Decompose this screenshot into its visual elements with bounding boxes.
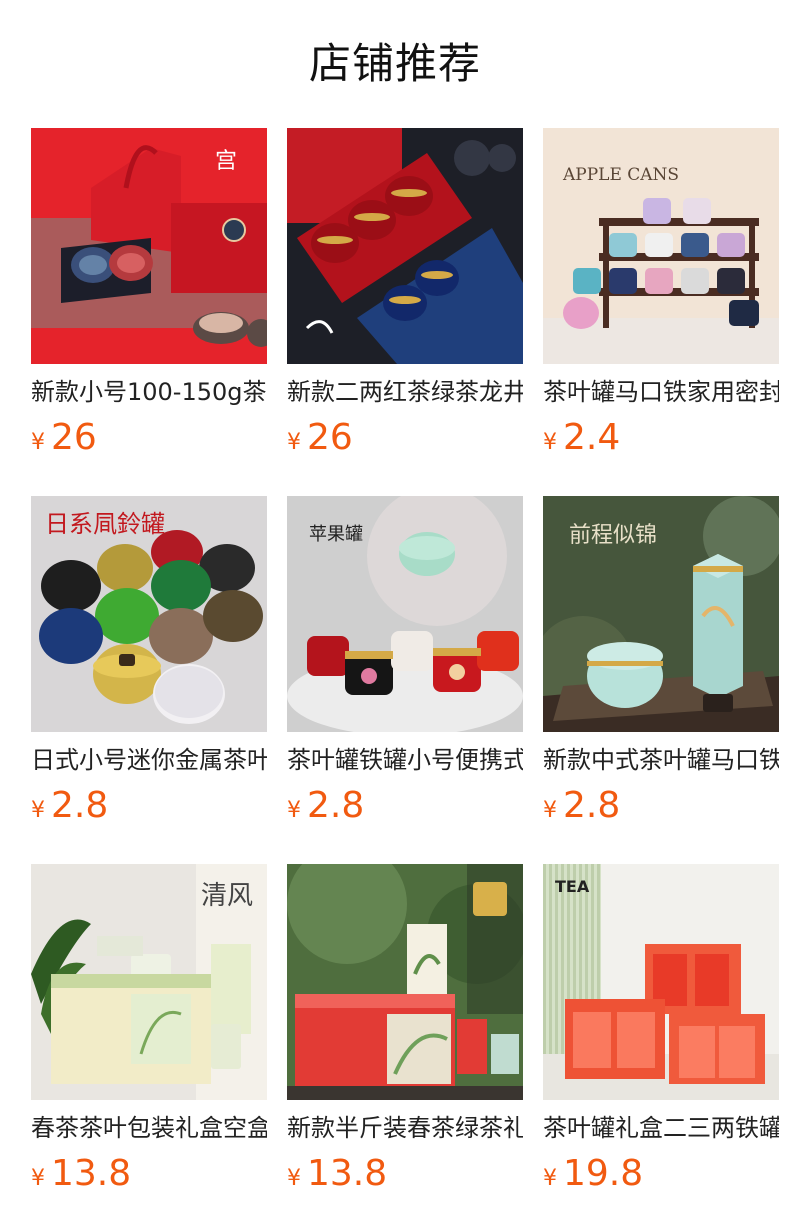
product-card[interactable]: 日系凬鈴罐 日式小号迷你金属茶叶罐 ¥2.8 xyxy=(31,496,267,826)
currency-symbol: ¥ xyxy=(31,798,45,823)
product-image[interactable] xyxy=(287,128,523,364)
brand-mark: 日系凬鈴罐 xyxy=(45,510,165,538)
product-image[interactable]: 宫 xyxy=(31,128,267,364)
currency-symbol: ¥ xyxy=(287,430,301,455)
product-card[interactable]: APPLE CANS 茶叶罐马口铁家用密封罐 xyxy=(543,128,779,458)
currency-symbol: ¥ xyxy=(543,1166,557,1191)
product-image[interactable]: TEA xyxy=(543,864,779,1100)
product-price: ¥2.8 xyxy=(543,784,779,828)
product-name[interactable]: 茶叶罐铁罐小号便携式 xyxy=(287,744,523,776)
product-price: ¥13.8 xyxy=(287,1152,523,1196)
brand-mark: APPLE CANS xyxy=(562,165,679,185)
price-value: 2.8 xyxy=(51,785,109,826)
product-name[interactable]: 新款小号100-150g茶叶罐礼盒 xyxy=(31,376,267,408)
product-price: ¥26 xyxy=(31,416,267,460)
product-card[interactable]: 新款二两红茶绿茶龙井茶叶罐 ¥26 xyxy=(287,128,523,458)
product-name[interactable]: 茶叶罐马口铁家用密封罐 xyxy=(543,376,779,408)
product-price: ¥26 xyxy=(287,416,523,460)
product-price: ¥2.8 xyxy=(31,784,267,828)
product-price: ¥13.8 xyxy=(31,1152,267,1196)
price-value: 26 xyxy=(307,417,353,458)
currency-symbol: ¥ xyxy=(543,430,557,455)
price-value: 2.8 xyxy=(307,785,365,826)
price-value: 13.8 xyxy=(307,1153,388,1194)
price-value: 19.8 xyxy=(563,1153,644,1194)
product-price: ¥19.8 xyxy=(543,1152,779,1196)
product-card[interactable]: 新款半斤装春茶绿茶礼盒 ¥13.8 xyxy=(287,864,523,1194)
brand-mark: TEA xyxy=(555,877,590,896)
price-value: 13.8 xyxy=(51,1153,132,1194)
currency-symbol: ¥ xyxy=(287,1166,301,1191)
product-price: ¥2.4 xyxy=(543,416,779,460)
product-name[interactable]: 新款半斤装春茶绿茶礼盒 xyxy=(287,1112,523,1144)
product-name[interactable]: 新款中式茶叶罐马口铁 xyxy=(543,744,779,776)
price-value: 2.4 xyxy=(563,417,621,458)
product-card[interactable]: 宫 新款小号100-150g茶叶罐礼盒 ¥26 xyxy=(31,128,267,458)
product-card[interactable]: 清风 春茶茶叶包装礼盒空盒 ¥13.8 xyxy=(31,864,267,1194)
section-title: 店铺推荐 xyxy=(308,39,481,88)
product-name[interactable]: 春茶茶叶包装礼盒空盒 xyxy=(31,1112,267,1144)
product-name[interactable]: 茶叶罐礼盒二三两铁罐 xyxy=(543,1112,779,1144)
currency-symbol: ¥ xyxy=(31,430,45,455)
product-price: ¥2.8 xyxy=(287,784,523,828)
product-card[interactable]: 前程似锦 新款中式茶叶罐马口铁 ¥2.8 xyxy=(543,496,779,826)
currency-symbol: ¥ xyxy=(287,798,301,823)
currency-symbol: ¥ xyxy=(31,1166,45,1191)
product-image[interactable]: 前程似锦 xyxy=(543,496,779,732)
brand-mark: 前程似锦 xyxy=(569,523,657,548)
product-name[interactable]: 日式小号迷你金属茶叶罐 xyxy=(31,744,267,776)
price-value: 26 xyxy=(51,417,97,458)
product-card[interactable]: 苹果罐 茶叶罐铁罐小号便携式 ¥2.8 xyxy=(287,496,523,826)
currency-symbol: ¥ xyxy=(543,798,557,823)
brand-mark: 清风 xyxy=(201,881,253,911)
product-image[interactable]: APPLE CANS xyxy=(543,128,779,364)
price-value: 2.8 xyxy=(563,785,621,826)
product-image[interactable] xyxy=(287,864,523,1100)
brand-mark: 宫 xyxy=(215,149,237,174)
brand-mark: 苹果罐 xyxy=(309,524,363,545)
product-image[interactable]: 日系凬鈴罐 xyxy=(31,496,267,732)
product-name[interactable]: 新款二两红茶绿茶龙井茶叶罐 xyxy=(287,376,523,408)
product-image[interactable]: 清风 xyxy=(31,864,267,1100)
product-image[interactable]: 苹果罐 xyxy=(287,496,523,732)
product-card[interactable]: TEA 茶叶罐礼盒二三两铁罐 ¥19.8 xyxy=(543,864,779,1194)
